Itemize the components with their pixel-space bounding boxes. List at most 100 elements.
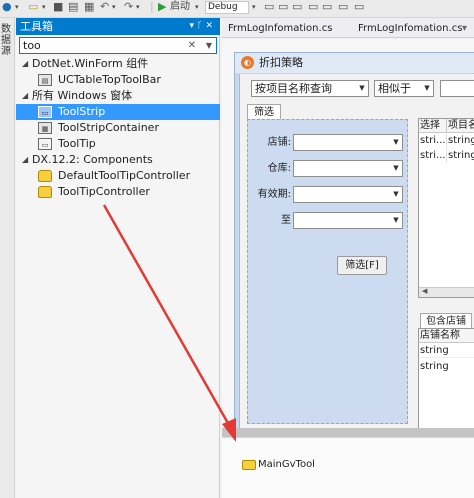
group-header-windows-forms[interactable]: ◢ 所有 Windows 窗体 [16, 88, 220, 104]
scroll-left-icon[interactable]: ◀ [422, 287, 427, 295]
tab-frmloginfomation-code[interactable]: FrmLogInfomation.cs [358, 21, 462, 37]
toolbar-icon[interactable]: ▭ [264, 1, 274, 13]
collapse-icon[interactable]: ◢ [22, 56, 28, 72]
config-dropdown-icon[interactable]: ▾ [252, 1, 256, 13]
item-label: ToolTip [58, 137, 96, 150]
toolbox-title: 工具箱 [20, 20, 53, 33]
dropdown-arrow-icon[interactable]: ▾ [136, 1, 140, 13]
chevron-down-icon[interactable]: ▼ [390, 161, 402, 176]
toolbox-item-defaulttooltipcontroller[interactable]: DefaultToolTipController [16, 168, 220, 184]
toolbar-icon[interactable]: ▭ [338, 1, 348, 13]
cut-icon[interactable]: ▦ [84, 1, 94, 13]
grid-header[interactable]: 店铺名称 [419, 329, 474, 343]
item-label: UCTableTopToolBar [58, 73, 161, 86]
component-maingvtool[interactable]: MainGvTool [242, 459, 362, 473]
component-folder-icon [242, 460, 256, 470]
match-mode-combo[interactable]: 相似于 ▼ [374, 80, 434, 97]
toolbar-icon[interactable]: ▭ [322, 1, 332, 13]
strategy-grid[interactable]: 选择 项目名 stri... string stri... string ◀ [418, 118, 474, 298]
warehouse-label: 仓库: [267, 163, 291, 174]
group-label: DotNet.WinForm 组件 [32, 57, 149, 70]
toolbox-item-tooltipcontroller[interactable]: ToolTipController [16, 184, 220, 200]
grid-cell[interactable]: stri... [419, 149, 447, 163]
chevron-down-icon[interactable]: ▼ [356, 81, 368, 96]
designed-form[interactable]: 折扣策略 ◐ 按项目名称查询 ▼ 相似于 ▼ 筛选 店铺: ▼ 仓库: ▼ 有效… [234, 52, 474, 432]
redo-icon[interactable]: ↷ [124, 1, 133, 13]
valid-to-combo[interactable]: ▼ [293, 212, 403, 229]
form-title: 折扣策略 [259, 56, 303, 69]
tab-frmloginfomation-designer[interactable]: FrmLogInfomation.cs [228, 21, 332, 37]
filter-button[interactable]: 筛选[F] [337, 256, 387, 275]
toolbox-item-tooltip[interactable]: ▭ ToolTip [16, 136, 220, 152]
tooltip-controller-icon [38, 170, 52, 182]
clear-icon[interactable]: ✕ [188, 39, 196, 52]
toolstrip-icon: ▭ [38, 106, 52, 118]
config-dropdown[interactable]: Debug [205, 1, 249, 14]
dropdown-arrow-icon[interactable]: ▾ [42, 1, 46, 13]
form-title-bar: 折扣策略 [235, 53, 474, 73]
chevron-down-icon[interactable]: ▼ [421, 81, 433, 96]
dropdown-arrow-icon[interactable]: ▾ [15, 1, 19, 13]
chevron-down-icon[interactable]: ▼ [390, 213, 402, 228]
designer-hscrollbar[interactable] [222, 428, 474, 437]
undo-icon[interactable]: ↶ [100, 1, 109, 13]
toolbar-icon[interactable]: ▭ [292, 1, 302, 13]
separator-icon: | [150, 0, 154, 13]
save-icon[interactable]: ■ [53, 1, 63, 13]
toolbox-item-uctabletoptoolbar[interactable]: ▤ UCTableTopToolBar [16, 72, 220, 88]
valid-to-label: 至 [281, 215, 291, 226]
item-label: ToolStrip [58, 105, 106, 118]
grid-cell[interactable]: string [419, 360, 474, 374]
grid-hscrollbar[interactable]: ◀ [419, 287, 474, 297]
group-header-dotnet[interactable]: ◢ DotNet.WinForm 组件 [16, 56, 220, 72]
toolbox-item-toolstripcontainer[interactable]: ▦ ToolStripContainer [16, 120, 220, 136]
query-mode-value: 按项目名称查询 [255, 82, 332, 95]
query-text-input[interactable] [440, 80, 474, 97]
query-mode-combo[interactable]: 按项目名称查询 ▼ [251, 80, 369, 97]
warehouse-combo[interactable]: ▼ [293, 160, 403, 177]
close-icon[interactable]: ✕ [205, 21, 216, 31]
chevron-down-icon[interactable]: ▼ [390, 135, 402, 150]
dropdown-arrow-icon[interactable]: ▾ [112, 1, 116, 13]
grid-cell[interactable]: string [447, 134, 474, 148]
tab-overflow-icon[interactable]: ▾ [462, 21, 467, 37]
store-combo[interactable]: ▼ [293, 134, 403, 151]
form-app-icon: ◐ [241, 56, 254, 69]
toolbar-icon[interactable]: ▭ [308, 1, 318, 13]
dropdown-icon[interactable]: ▾ [190, 21, 198, 31]
grid-cell[interactable]: string [419, 344, 474, 358]
grid-cell[interactable]: stri... [419, 134, 447, 148]
open-folder-icon[interactable]: ▭ [28, 1, 38, 13]
stores-grid[interactable]: 店铺名称 string string [418, 328, 474, 432]
data-source-tab[interactable]: 数据源 [1, 24, 13, 57]
toolbar-icon[interactable]: ▭ [278, 1, 288, 13]
grid-cell[interactable]: string [447, 149, 474, 163]
filter-tab-control: 筛选 店铺: ▼ 仓库: ▼ 有效期: ▼ 至 ▼ 筛选[F] [244, 104, 414, 429]
tab-filter[interactable]: 筛选 [247, 104, 281, 120]
match-mode-value: 相似于 [378, 82, 411, 95]
component-label: MainGvTool [258, 459, 315, 470]
back-icon[interactable]: ● [2, 1, 12, 13]
group-label: 所有 Windows 窗体 [32, 89, 133, 102]
run-label[interactable]: 启动 [170, 1, 190, 13]
tooltip-controller-icon [38, 186, 52, 198]
toolbox-item-toolstrip[interactable]: ▭ ToolStrip [16, 104, 220, 120]
component-tray: MainGvTool [222, 437, 474, 498]
item-label: DefaultToolTipController [58, 169, 191, 182]
dropdown-arrow-icon[interactable]: ▾ [195, 1, 199, 13]
form-client-area: 按项目名称查询 ▼ 相似于 ▼ 筛选 店铺: ▼ 仓库: ▼ 有效期: ▼ 至 … [239, 74, 474, 432]
start-icon[interactable]: ▶ [158, 1, 166, 13]
chevron-down-icon[interactable]: ▼ [390, 187, 402, 202]
collapse-icon[interactable]: ◢ [22, 88, 28, 104]
grid-header[interactable]: 项目名 [447, 119, 474, 133]
valid-from-combo[interactable]: ▼ [293, 186, 403, 203]
search-dropdown-icon[interactable]: ▼ [206, 39, 212, 52]
grid-header[interactable]: 选择 [419, 119, 447, 133]
tab-included-stores[interactable]: 包含店铺 [420, 313, 472, 329]
group-header-dx-components[interactable]: ◢ DX.12.2: Components [16, 152, 220, 168]
filter-panel: 店铺: ▼ 仓库: ▼ 有效期: ▼ 至 ▼ 筛选[F] [247, 119, 408, 424]
save-all-icon[interactable]: ▤ [68, 1, 78, 13]
collapse-icon[interactable]: ◢ [22, 152, 28, 168]
toolbar-icon[interactable]: ▭ [354, 1, 364, 13]
toolbox-search-input[interactable]: too ✕ ▼ [19, 37, 217, 54]
